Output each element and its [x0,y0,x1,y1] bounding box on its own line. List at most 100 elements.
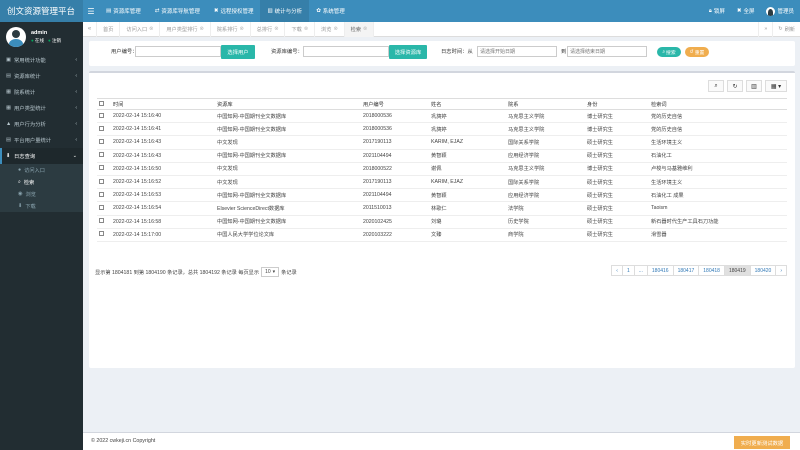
date-from-input[interactable] [477,46,557,57]
page-link[interactable]: 180416 [646,265,674,276]
close-icon[interactable]: ⊗ [363,26,367,32]
row-checkbox[interactable] [99,231,104,237]
menu-toggle-icon[interactable]: ☰ [83,7,99,16]
close-icon[interactable]: ⊗ [200,26,204,32]
table-row[interactable]: 2022-02-14 15:16:53 中国知网-中国期刊全文数据库 2021104… [97,188,787,203]
realtime-update-button[interactable]: 实时更新测试数据 [734,436,790,449]
select-resource-button[interactable]: 选择资源库 [389,45,427,59]
sidebar-item[interactable]: ▦ 院系统计 ‹ [0,84,83,100]
sidebar-subitem[interactable]: ⬇ 下载 [0,200,83,212]
page-tab[interactable]: 院系排行 ⊗ [211,21,251,37]
table-row[interactable]: 2022-02-14 15:17:00 中国人民大学学位论文库 2020103222… [97,228,787,242]
user-no-input[interactable] [135,46,221,57]
row-checkbox[interactable] [99,152,104,158]
topnav-item[interactable]: ▤ 资源库管理 [99,0,148,22]
user-menu[interactable]: 管理员 [760,6,800,16]
page-tab[interactable]: 检索 ⊗ [344,21,375,37]
row-checkbox[interactable] [99,125,104,131]
app-logo[interactable]: 创文资源管理平台 [0,0,83,22]
page-tab[interactable]: 下载 ⊗ [285,21,316,37]
column-header[interactable]: 院系 [506,98,585,110]
tab-scroll-left-icon[interactable]: « [83,21,97,37]
table-row[interactable]: 2022-02-14 15:16:52 中文发现 2017190113 KARIM, … [97,175,787,190]
row-checkbox[interactable] [99,165,104,171]
column-header[interactable]: 姓名 [429,98,506,110]
page-tab[interactable]: 首页 [97,21,121,37]
page-tab[interactable]: 访问入口 ⊗ [120,21,161,37]
topnav-item[interactable]: ✿ 系统管理 [309,0,352,22]
row-checkbox[interactable] [99,138,104,144]
column-header[interactable]: 检索词 [649,98,787,110]
page-link[interactable]: 180418 [698,265,725,276]
table-row[interactable]: 2022-02-14 15:16:43 中国知网-中国期刊全文数据库 2021104… [97,149,787,163]
table-row[interactable]: 2022-02-14 15:16:54 Elsevier ScienceDirec… [97,201,787,216]
fullscreen-button[interactable]: ✖ 全屏 [731,7,761,15]
sidebar-item[interactable]: ▦ 用户类型统计 ‹ [0,100,83,116]
table-cell: 中文发现 [215,162,361,176]
column-header[interactable]: 资源库 [215,98,361,110]
column-header[interactable]: 时间 [111,98,215,110]
sidebar-subitem[interactable]: ⌕ 检索 [0,176,83,188]
logout-link[interactable]: ● 注销 [48,38,61,44]
page-size-select[interactable]: 10 ▾ [261,267,280,277]
topnav-item[interactable]: ⇄ 资源库导航管理 [148,0,207,22]
topnav-item[interactable]: ▥ 统计与分析 [260,0,310,22]
select-all-checkbox[interactable] [99,100,104,106]
reset-button[interactable]: ↺ 重置 [685,47,709,57]
table-search-icon[interactable]: ⌕ [708,80,724,92]
column-header[interactable]: 用户编号 [361,98,429,110]
date-to-input[interactable] [567,46,647,57]
page-link[interactable]: 180420 [749,265,777,276]
table-toolbar: ⌕ ↻ ▥ ▦ ▾ [705,80,787,92]
sidebar-item[interactable]: ▣ 常用统计功能 ‹ [0,52,83,68]
page-tab[interactable]: 用户类型排行 ⊗ [160,21,211,37]
tab-scroll-right-icon[interactable]: » [758,21,772,37]
table-cell: KARIM, EJAZ [429,135,506,150]
search-button[interactable]: ⌕ 搜索 [657,47,681,57]
row-checkbox[interactable] [99,178,104,184]
close-icon[interactable]: ⊗ [149,26,153,32]
row-checkbox[interactable] [99,204,104,210]
page-link[interactable]: 180417 [672,265,700,276]
page-tab[interactable]: 总排行 ⊗ [251,21,286,37]
page-tab[interactable]: 浏览 ⊗ [315,21,345,37]
table-row[interactable]: 2022-02-14 15:16:50 中文发现 2018000522 谢佩 马克思主义… [97,162,787,176]
columns-toggle-icon[interactable]: ▥ [746,80,762,92]
sidebar-subitem-label: 下载 [25,203,36,210]
sidebar-item[interactable]: ▲ 用户行为分析 ‹ [0,116,83,132]
sidebar-item[interactable]: ▤ 平台用户量统计 ‹ [0,132,83,148]
table-row[interactable]: 2022-02-14 15:16:58 中国知网-中国期刊全文数据库 2020102… [97,215,787,229]
export-dropdown-icon[interactable]: ▦ ▾ [765,80,787,92]
close-icon[interactable]: ⊗ [333,26,337,32]
refresh-tab-button[interactable]: ↻ 刷新 [772,21,800,37]
sidebar-subitem[interactable]: ● 访问入口 [0,164,83,176]
topnav-item[interactable]: ✖ 远程授权管理 [207,0,261,22]
select-user-button[interactable]: 选择用户 [221,45,255,59]
top-right-actions: 🔒︎ 锁屏 ✖ 全屏 管理员 [703,0,800,22]
close-icon[interactable]: ⊗ [274,26,278,32]
table-row[interactable]: 2022-02-14 15:16:41 中国知网-中国期刊全文数据库 2018000… [97,122,787,137]
page-link[interactable]: 180419 [723,265,751,276]
row-checkbox[interactable] [99,112,104,118]
column-header[interactable]: 身份 [585,98,649,110]
sidebar-subitem[interactable]: ◉ 浏览 [0,188,83,200]
resource-no-input[interactable] [303,46,389,57]
table-cell: 硕士研究生 [585,175,649,190]
table-row[interactable]: 2022-02-14 15:16:43 中文发现 2017190113 KARIM, … [97,135,787,150]
lock-screen-button[interactable]: 🔒︎ 锁屏 [703,7,731,16]
row-checkbox[interactable] [99,218,104,224]
close-icon[interactable]: ⊗ [304,26,308,32]
row-select-cell [97,109,111,124]
row-checkbox[interactable] [99,191,104,197]
close-icon[interactable]: ⊗ [239,26,243,32]
table-refresh-icon[interactable]: ↻ [727,80,743,92]
page-link[interactable]: ... [633,265,648,276]
sidebar-item-label: 用户行为分析 [14,122,46,128]
table-cell: 林歌仁 [429,201,506,216]
page-link[interactable]: › [775,265,787,276]
topnav-item-label: 远程授权管理 [220,9,254,15]
sidebar-item-log-query[interactable]: ⬇ 日志查询 ⌄ [0,148,83,164]
table-row[interactable]: 2022-02-14 15:16:40 中国知网-中国期刊全文数据库 2018000… [97,109,787,124]
table-cell: 硕士研究生 [585,149,649,163]
sidebar-item[interactable]: ▤ 资源库统计 ‹ [0,68,83,84]
